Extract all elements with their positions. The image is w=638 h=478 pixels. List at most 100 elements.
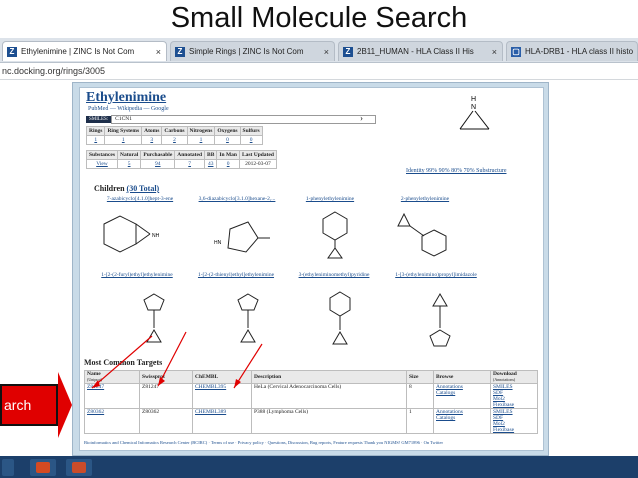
children-heading: Children (30 Total) [94, 184, 160, 193]
table-cell: Z81247 [139, 383, 193, 409]
child-structure: HN [214, 221, 270, 253]
child-label[interactable]: 1-[3-(ethylenimino)propyl]imidazole [384, 272, 488, 278]
tab-close-icon[interactable]: × [492, 47, 497, 57]
tab-label: 2B11_HUMAN - HLA Class II His [357, 47, 474, 56]
svg-text:NH: NH [152, 233, 160, 239]
child-label[interactable]: 3,6-diazabicyclo[3.1.0]hexane-2,... [192, 196, 282, 202]
table-cell[interactable]: 94 [140, 159, 176, 169]
table-cell: 1 [406, 408, 434, 434]
col-header: Browse [433, 370, 491, 384]
child-label[interactable]: 2-phenylethylenimine [380, 196, 470, 202]
col-header: Carbons [161, 126, 188, 136]
col-header: ChEMBL [192, 370, 252, 384]
similarity-links[interactable]: Identity 99% 90% 80% 70% Substructure [406, 168, 506, 174]
tab-close-icon[interactable]: × [324, 47, 329, 57]
zinc-favicon-icon: Z [343, 46, 353, 57]
tab-simple-rings[interactable]: Z Simple Rings | ZINC Is Not Com × [170, 41, 335, 61]
chembl-link[interactable]: CHEMBL395 [192, 383, 252, 409]
col-header: Substances [86, 150, 118, 160]
page-footer[interactable]: Bioinformatics and Chemical Informatics … [84, 440, 443, 445]
table-cell[interactable]: 5 [116, 159, 142, 169]
col-header: Name (Uniprot) [84, 370, 140, 384]
target-name-link[interactable]: Z81247 [84, 383, 140, 409]
col-header: Oxygens [214, 126, 241, 136]
child-structure [237, 293, 259, 343]
tab-hla-drb1[interactable]: ▢ HLA-DRB1 - HLA class II histo [506, 41, 638, 61]
child-structure [322, 211, 348, 259]
target-name-link[interactable]: Z80362 [84, 408, 140, 434]
smiles-row: SMILES: C1CN1 › [86, 113, 377, 124]
download-links[interactable]: SMILES SDF Mol2 Flexibase [490, 408, 538, 434]
col-header: Size [406, 370, 434, 384]
next-arrow-icon[interactable]: › [360, 113, 363, 123]
col-header: Ring Systems [104, 126, 143, 136]
substances-table: Substances Natural Purchasable Annotated… [86, 150, 277, 169]
most-common-targets-heading: Most Common Targets [84, 358, 163, 367]
child-label[interactable]: 3-(ethyleniminomethyl)pyridine [286, 272, 382, 278]
child-structure [397, 212, 447, 257]
aziridine-structure: H N [459, 96, 490, 130]
tab-label: HLA-DRB1 - HLA class II histo [525, 47, 634, 56]
tab-label: Simple Rings | ZINC Is Not Com [189, 47, 304, 56]
taskbar-button[interactable] [2, 459, 14, 476]
tab-close-icon[interactable]: × [156, 47, 161, 57]
molecule-panel: Ethylenimine PubMed — Wikipedia — Google… [79, 87, 544, 451]
table-cell[interactable]: View [86, 159, 118, 169]
targets-table: Name (Uniprot) Swissprot ChEMBL Descripti… [84, 370, 538, 434]
table-row: Z80362 Z80362 CHEMBL389 P388 (Lymphoma C… [84, 408, 538, 434]
table-cell[interactable]: 2 [161, 135, 188, 145]
col-header: Atoms [141, 126, 163, 136]
table-cell[interactable]: 1 [85, 135, 106, 145]
address-bar[interactable]: nc.docking.org/rings/3005 [0, 63, 638, 80]
child-structure [143, 293, 165, 343]
browse-links[interactable]: Annotations Catalogs [433, 383, 491, 409]
col-header: Download (Annotations) [490, 370, 538, 384]
table-cell: Z80362 [139, 408, 193, 434]
col-header: BB [204, 150, 218, 160]
zinc-favicon-icon: Z [175, 46, 185, 57]
table-cell[interactable]: 0 [216, 159, 240, 169]
table-cell[interactable]: 1 [186, 135, 216, 145]
tab-ethylenimine[interactable]: Z Ethylenimine | ZINC Is Not Com × [2, 41, 167, 61]
col-header: In Man [216, 150, 240, 160]
browse-links[interactable]: Annotations Catalogs [433, 408, 491, 434]
table-cell[interactable]: 3 [141, 135, 163, 145]
child-label[interactable]: 7-azabicyclo[4.1.0]hept-3-ene [90, 196, 190, 202]
molecule-name: Ethylenimine [86, 90, 167, 105]
col-header: Natural [116, 150, 142, 160]
table-cell[interactable]: 1 [104, 135, 143, 145]
child-label[interactable]: 1-[2-(2-thienyl)ethyl]ethylenimine [190, 272, 282, 278]
smiles-field[interactable]: C1CN1 [111, 115, 377, 124]
browser-tab-bar: Z Ethylenimine | ZINC Is Not Com × Z Sim… [0, 38, 638, 63]
ring-info-table: Rings Ring Systems Atoms Carbons Nitroge… [85, 126, 263, 145]
presentation-app-icon [36, 462, 50, 473]
child-structure: NH [103, 215, 160, 253]
table-cell: P388 (Lymphoma Cells) [251, 408, 407, 434]
taskbar-button[interactable] [66, 459, 92, 476]
table-cell: 2012-03-07 [238, 159, 277, 169]
table-cell[interactable]: 0 [214, 135, 241, 145]
tab-label: Ethylenimine | ZINC Is Not Com [21, 47, 135, 56]
child-label[interactable]: 1-[2-(2-furyl)ethyl]ethylenimine [92, 272, 182, 278]
download-links[interactable]: SMILES SDF Mol2 Flexibase [490, 383, 538, 409]
table-cell: HeLa (Cervical Adenocarcinoma Cells) [251, 383, 407, 409]
external-links[interactable]: PubMed — Wikipedia — Google [88, 106, 169, 112]
bookmark-favicon-icon: ▢ [511, 46, 521, 57]
col-header: Sulfurs [239, 126, 263, 136]
structure-n-label: N [471, 104, 476, 111]
taskbar-button[interactable] [30, 459, 56, 476]
col-header: Rings [85, 126, 106, 136]
children-count-link[interactable]: (30 Total) [127, 184, 160, 193]
chembl-link[interactable]: CHEMBL389 [192, 408, 252, 434]
tab-2b11-human[interactable]: Z 2B11_HUMAN - HLA Class II His × [338, 41, 503, 61]
slide-title: Small Molecule Search [170, 2, 468, 34]
col-header: Description [251, 370, 407, 384]
callout-arrow-icon [58, 372, 72, 438]
table-cell[interactable]: 43 [204, 159, 218, 169]
child-structure [429, 293, 451, 347]
child-label[interactable]: 1-phenylethylenimine [290, 196, 370, 202]
table-cell[interactable]: 7 [174, 159, 206, 169]
col-header: Annotated [174, 150, 206, 160]
col-header: Last Updated [238, 150, 277, 160]
table-cell[interactable]: 0 [239, 135, 263, 145]
